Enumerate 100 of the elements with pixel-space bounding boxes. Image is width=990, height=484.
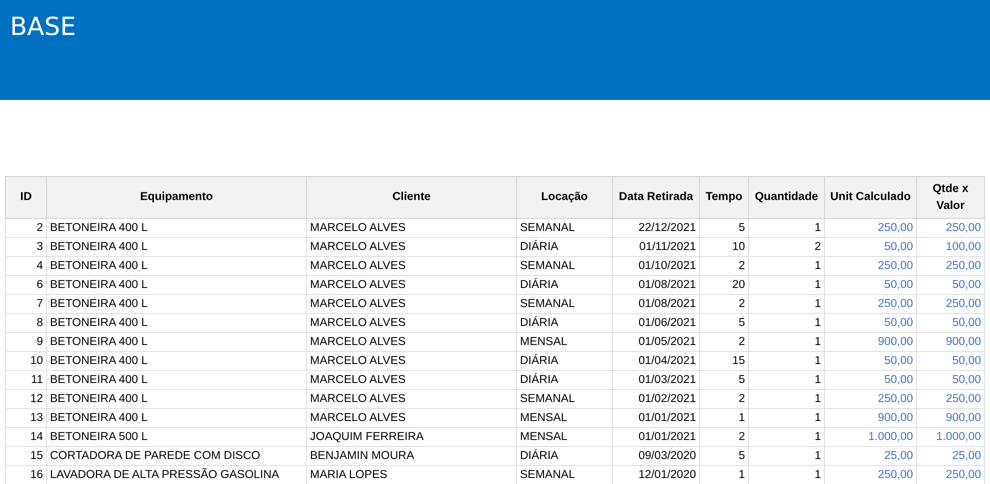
table-cell: 09/03/2020 [612, 446, 700, 466]
table-cell: DIÁRIA [516, 314, 612, 332]
table-cell: 50,00 [824, 314, 916, 332]
table-cell: 900,00 [916, 408, 984, 428]
table-cell: 50,00 [824, 352, 916, 370]
table-cell: MARCELO ALVES [306, 314, 516, 332]
table-cell: 10 [700, 238, 748, 256]
table-cell: 1 [748, 332, 824, 352]
table-cell: 9 [6, 332, 46, 352]
table-cell: 15 [700, 352, 748, 370]
table-cell: 900,00 [824, 332, 916, 352]
table-cell: 50,00 [824, 370, 916, 390]
page-title: BASE [10, 12, 76, 41]
table-cell: BETONEIRA 400 L [46, 256, 306, 276]
table-cell: 50,00 [916, 276, 984, 294]
table-cell: 1.000,00 [824, 428, 916, 446]
table-cell: 250,00 [824, 294, 916, 314]
table-cell: 2 [700, 332, 748, 352]
table-cell: 01/08/2021 [612, 294, 700, 314]
table-cell: BETONEIRA 400 L [46, 294, 306, 314]
table-cell: BETONEIRA 400 L [46, 218, 306, 238]
table-cell: 5 [700, 218, 748, 238]
table-cell: BETONEIRA 400 L [46, 238, 306, 256]
table-cell: 01/05/2021 [612, 332, 700, 352]
table-cell: SEMANAL [516, 218, 612, 238]
column-header: Locação [516, 176, 612, 218]
table-cell: 01/10/2021 [612, 256, 700, 276]
table-cell: DIÁRIA [516, 238, 612, 256]
table-cell: 01/04/2021 [612, 352, 700, 370]
table-cell: BETONEIRA 500 L [46, 428, 306, 446]
table-cell: 250,00 [824, 218, 916, 238]
table-cell: 1 [748, 390, 824, 408]
table-cell: 2 [748, 238, 824, 256]
column-header: Unit Calculado [824, 176, 916, 218]
table-cell: 15 [6, 446, 46, 466]
table-cell: 50,00 [916, 314, 984, 332]
table-cell: 10 [6, 352, 46, 370]
table-cell: 16 [6, 466, 46, 484]
table-cell: MENSAL [516, 428, 612, 446]
table-cell: 12 [6, 390, 46, 408]
table-cell: 2 [700, 390, 748, 408]
table-cell: SEMANAL [516, 390, 612, 408]
table-cell: 2 [700, 428, 748, 446]
table-cell: 900,00 [916, 332, 984, 352]
table-cell: DIÁRIA [516, 446, 612, 466]
table-cell: BENJAMIN MOURA [306, 446, 516, 466]
table-cell: 1 [748, 218, 824, 238]
table-cell: 01/02/2021 [612, 390, 700, 408]
table-cell: 13 [6, 408, 46, 428]
table-cell: 250,00 [916, 256, 984, 276]
table-cell: 4 [6, 256, 46, 276]
column-header: Cliente [306, 176, 516, 218]
table-cell: 250,00 [824, 256, 916, 276]
table-cell: 1.000,00 [916, 428, 984, 446]
table-cell: SEMANAL [516, 294, 612, 314]
table-cell: MARCELO ALVES [306, 238, 516, 256]
table-cell: 14 [6, 428, 46, 446]
table-cell: MARCELO ALVES [306, 408, 516, 428]
table-cell: MARCELO ALVES [306, 218, 516, 238]
table-cell: 01/08/2021 [612, 276, 700, 294]
table-cell: 250,00 [916, 294, 984, 314]
table-cell: 250,00 [916, 390, 984, 408]
table-cell: 900,00 [824, 408, 916, 428]
table-cell: 25,00 [824, 446, 916, 466]
table-cell: 1 [748, 446, 824, 466]
table-cell: MARCELO ALVES [306, 332, 516, 352]
table-cell: MARCELO ALVES [306, 294, 516, 314]
table-cell: 50,00 [916, 370, 984, 390]
table-cell: 01/11/2021 [612, 238, 700, 256]
column-header: Data Retirada [612, 176, 700, 218]
table-cell: SEMANAL [516, 256, 612, 276]
table-cell: CORTADORA DE PAREDE COM DISCO [46, 446, 306, 466]
table-cell: 1 [748, 276, 824, 294]
table-cell: 1 [748, 428, 824, 446]
table-cell: BETONEIRA 400 L [46, 332, 306, 352]
table-cell: 5 [700, 370, 748, 390]
column-header: Quantidade [748, 176, 824, 218]
table-cell: 100,00 [916, 238, 984, 256]
table-cell: 50,00 [824, 276, 916, 294]
table-cell: 50,00 [916, 352, 984, 370]
column-header: Equipamento [46, 176, 306, 218]
table-cell: 01/06/2021 [612, 314, 700, 332]
table-cell: 1 [748, 352, 824, 370]
table-cell: 2 [700, 294, 748, 314]
table-cell: 5 [700, 446, 748, 466]
table-cell: 1 [748, 370, 824, 390]
table-cell: 2 [700, 256, 748, 276]
table-cell: DIÁRIA [516, 352, 612, 370]
table-cell: 1 [748, 314, 824, 332]
column-header: Tempo [700, 176, 748, 218]
table-cell: MARCELO ALVES [306, 390, 516, 408]
table-cell: BETONEIRA 400 L [46, 276, 306, 294]
table-cell: DIÁRIA [516, 276, 612, 294]
table-cell: 2 [6, 218, 46, 238]
table-cell: 5 [700, 314, 748, 332]
table-cell: JOAQUIM FERREIRA [306, 428, 516, 446]
table-cell: 50,00 [824, 238, 916, 256]
table-cell: MARCELO ALVES [306, 276, 516, 294]
table-cell: BETONEIRA 400 L [46, 352, 306, 370]
table-cell: MENSAL [516, 408, 612, 428]
